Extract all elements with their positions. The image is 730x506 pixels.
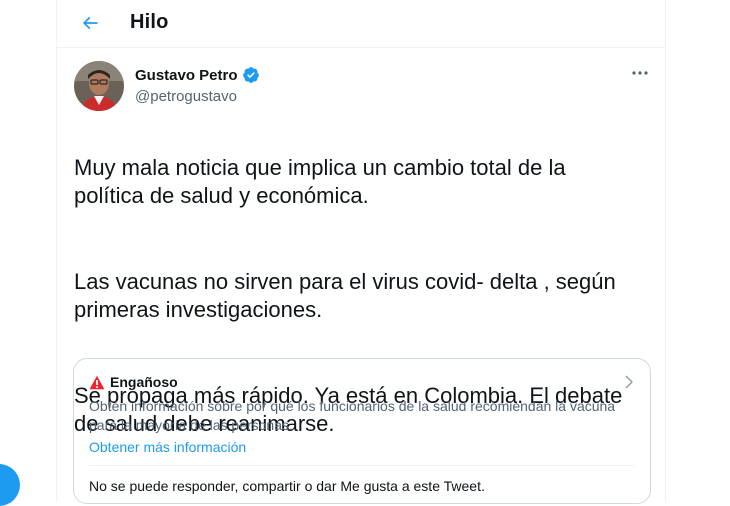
compose-button[interactable]	[0, 464, 20, 506]
misleading-notice-card: Engañoso Obtén información sobre por qué…	[73, 358, 651, 504]
avatar[interactable]	[74, 61, 124, 111]
verified-badge-icon	[242, 67, 259, 83]
author-handle[interactable]: @petrogustavo	[135, 88, 237, 105]
more-dots-icon	[632, 71, 648, 75]
chevron-right-icon	[625, 375, 633, 389]
more-options-button[interactable]	[629, 64, 651, 82]
more-info-link[interactable]: Obtener más información	[89, 439, 246, 455]
avatar-image	[74, 61, 124, 111]
notice-title-row: Engañoso	[89, 374, 178, 390]
notice-title: Engañoso	[110, 374, 178, 390]
thread-header: Hilo	[57, 0, 665, 48]
thread-column: Hilo Gustavo Petro @petrogustavo Muy mal…	[56, 0, 666, 504]
tweet-paragraph: Muy mala noticia que implica un cambio t…	[74, 155, 566, 208]
warning-icon	[89, 375, 105, 389]
notice-body: Obtén información sobre por qué los func…	[89, 398, 616, 433]
author-row: Gustavo Petro	[135, 66, 260, 84]
page-title: Hilo	[130, 11, 169, 33]
back-button[interactable]	[73, 6, 107, 40]
notice-info-area[interactable]: Engañoso Obtén información sobre por qué…	[74, 359, 650, 465]
notice-footer: No se puede responder, compartir o dar M…	[89, 478, 485, 494]
author-name[interactable]: Gustavo Petro	[135, 67, 238, 84]
tweet-paragraph: Las vacunas no sirven para el virus covi…	[74, 269, 616, 322]
notice-divider	[89, 465, 635, 466]
arrow-left-icon	[82, 16, 98, 30]
